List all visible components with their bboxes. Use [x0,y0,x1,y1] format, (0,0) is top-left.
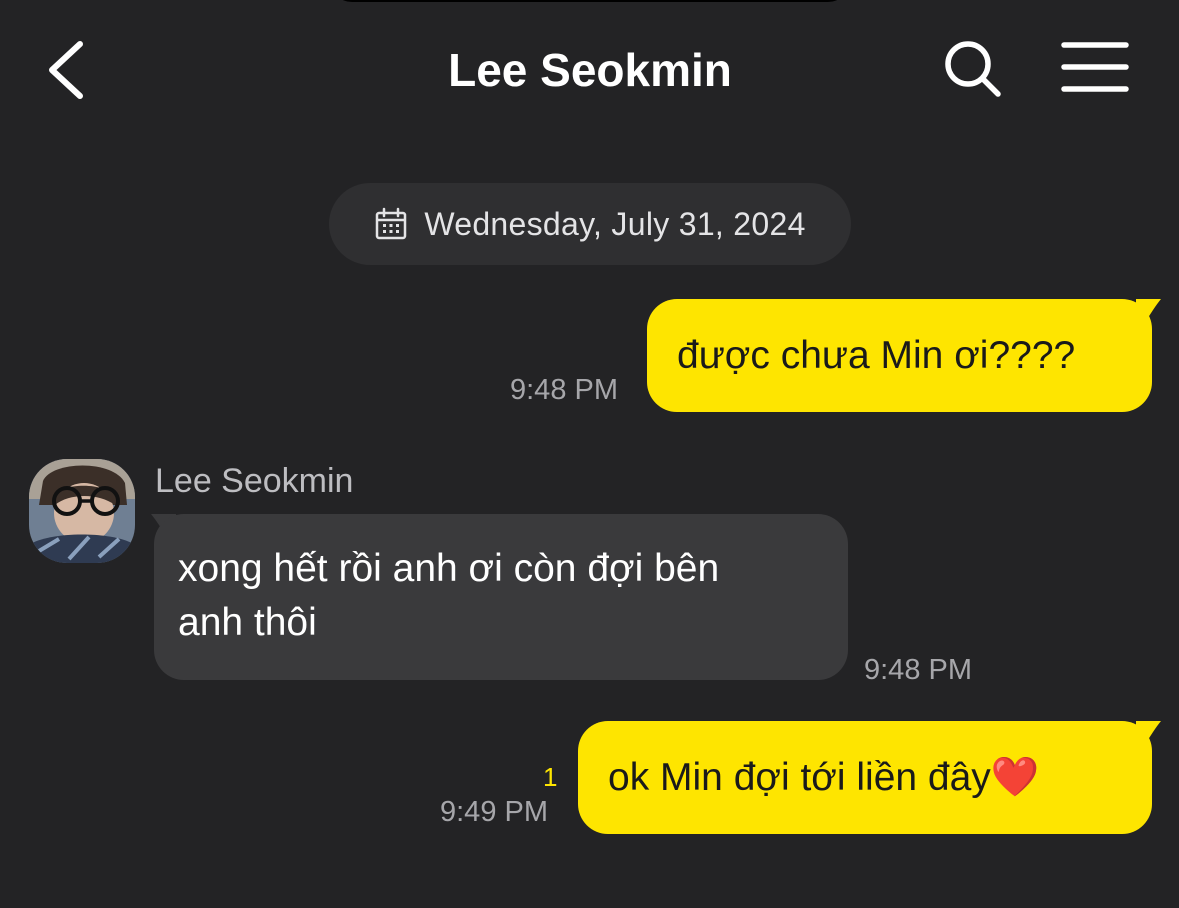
chat-title: Lee Seokmin [448,44,732,96]
outgoing-message-bubble[interactable]: được chưa Min ơi???? [647,299,1152,412]
message-text: ok Min đợi tới liền đây [608,755,991,799]
incoming-message-bubble[interactable]: xong hết rồi anh ơi còn đợi bên anh thôi [154,514,848,680]
avatar[interactable] [29,459,135,563]
message-text-line: xong hết rồi anh ơi còn đợi bên [178,547,720,590]
message-text-line: anh thôi [178,601,317,644]
calendar-icon [376,207,407,240]
bubble-tail [1136,299,1161,321]
heart-emoji: ❤️ [990,754,1040,800]
search-button[interactable] [940,36,1006,102]
hamburger-menu-icon [1061,42,1129,92]
chat-screen: Lee Seokmin Wednesday, July 31, 2024 9:4… [0,0,1179,908]
menu-button[interactable] [1058,36,1132,102]
message-time: 9:48 PM [510,374,618,406]
unread-count: 1 [543,762,558,792]
outgoing-message-bubble[interactable]: ok Min đợi tới liền đây ❤️ [578,721,1152,834]
date-divider: Wednesday, July 31, 2024 [329,183,851,265]
message-time: 9:49 PM [440,796,548,828]
date-text: Wednesday, July 31, 2024 [424,206,806,242]
avatar-image [29,459,135,563]
search-icon [945,41,1001,97]
device-notch [330,0,850,2]
chevron-left-icon [49,41,83,99]
message-text: được chưa Min ơi???? [677,333,1076,377]
message-time: 9:48 PM [864,654,972,686]
back-button[interactable] [38,36,98,102]
sender-name: Lee Seokmin [155,462,354,500]
bubble-tail [1136,721,1161,743]
